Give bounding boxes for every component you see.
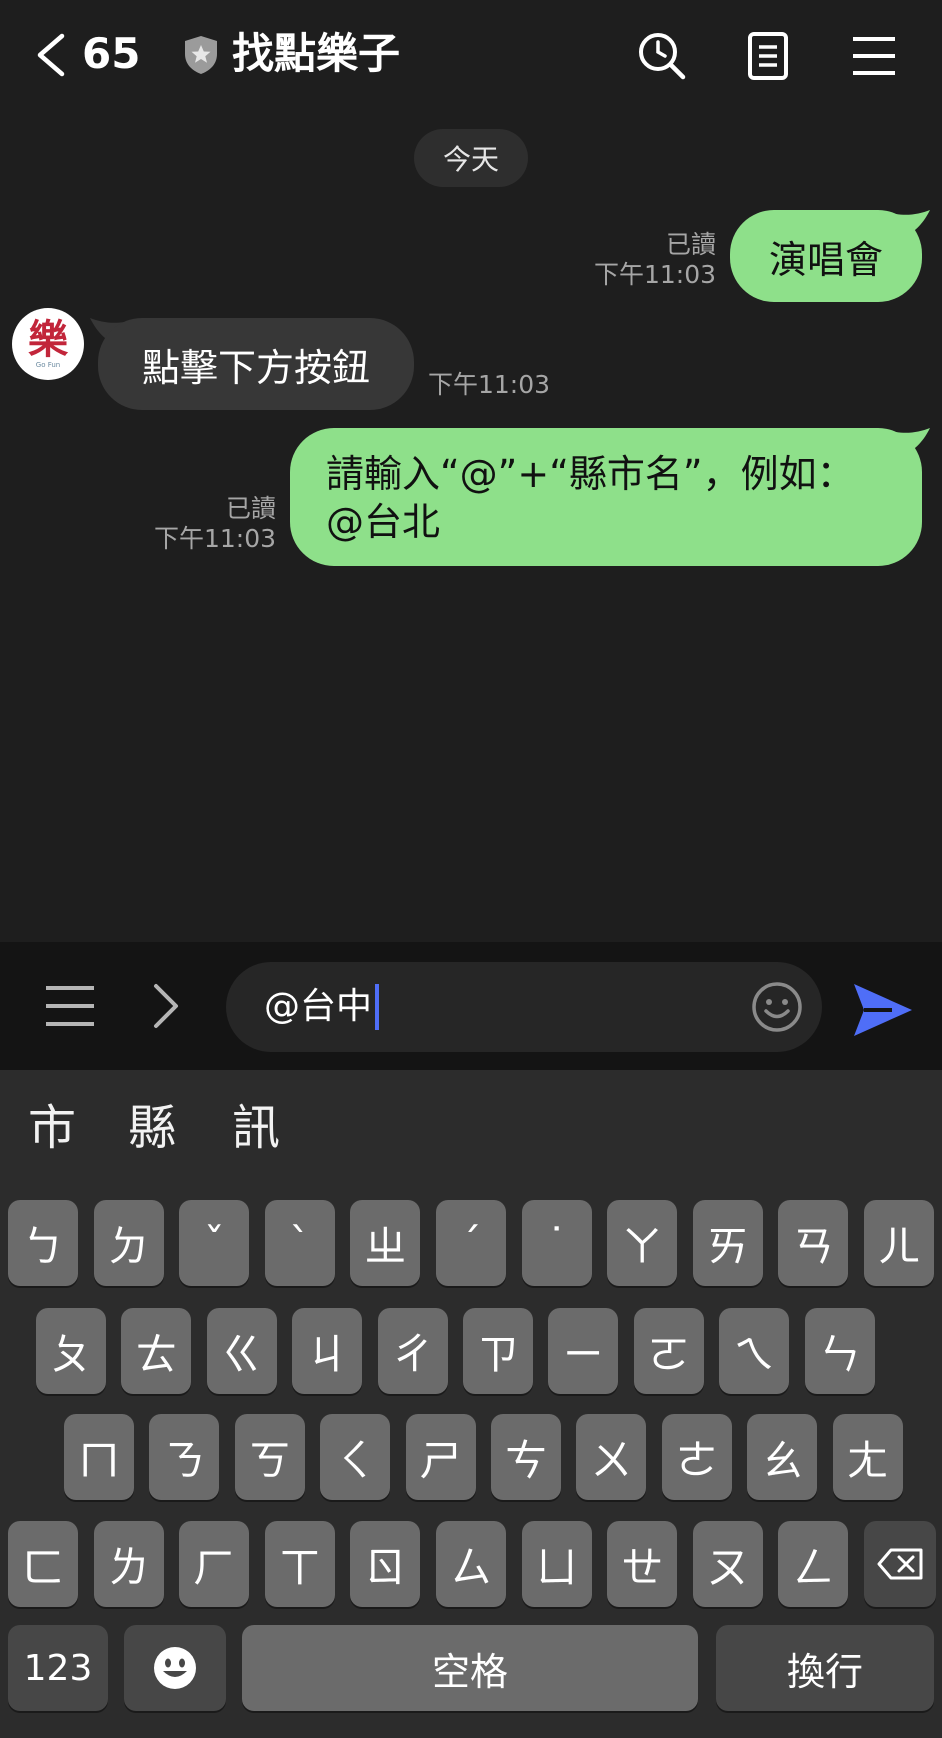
candidate-word[interactable]: 縣	[128, 1098, 176, 1158]
zhuyin-key[interactable]: ㄔ	[377, 1308, 448, 1394]
zhuyin-key[interactable]: ㄓ	[350, 1200, 421, 1286]
space-key[interactable]: 空格	[242, 1625, 698, 1711]
zhuyin-key[interactable]: ㄟ	[719, 1308, 790, 1394]
message-time: 下午11:03	[593, 260, 716, 289]
zhuyin-key[interactable]: ㄖ	[350, 1521, 421, 1607]
message-text: 演唱會	[768, 237, 883, 282]
zhuyin-key[interactable]: ㄆ	[36, 1308, 106, 1394]
zhuyin-key[interactable]: ㄡ	[692, 1521, 763, 1607]
menu-icon[interactable]	[44, 982, 96, 1030]
message-text-line: 請輸入“@”+“縣市名”，例如：	[326, 452, 855, 496]
message-bubble-out[interactable]: 請輸入“@”+“縣市名”，例如： @台北	[290, 428, 922, 566]
zhuyin-key[interactable]: ㄊ	[121, 1308, 192, 1394]
message-meta: 已讀 下午11:03	[120, 494, 276, 554]
zhuyin-key[interactable]: ㄅ	[8, 1200, 78, 1286]
zhuyin-key[interactable]: ˋ	[264, 1200, 335, 1286]
candidate-word[interactable]: 訊	[232, 1098, 280, 1158]
zhuyin-key[interactable]: ㄐ	[292, 1308, 363, 1394]
chevron-right-icon[interactable]	[148, 982, 184, 1030]
read-status: 已讀	[665, 230, 716, 259]
zhuyin-key[interactable]: ˊ	[436, 1200, 506, 1286]
zhuyin-key[interactable]: ㄥ	[778, 1521, 849, 1607]
backspace-key[interactable]	[864, 1521, 936, 1607]
zhuyin-key[interactable]: ㄧ	[548, 1308, 619, 1394]
menu-icon	[853, 37, 895, 75]
zhuyin-key[interactable]: ㄣ	[804, 1308, 875, 1394]
zhuyin-key[interactable]: ㄘ	[491, 1414, 561, 1500]
zhuyin-key[interactable]: ㄨ	[576, 1414, 647, 1500]
zhuyin-key[interactable]: ㄞ	[692, 1200, 763, 1286]
read-status: 已讀	[225, 494, 276, 523]
date-divider: 今天	[414, 129, 528, 187]
back-icon[interactable]	[34, 32, 68, 78]
zhuyin-key[interactable]: ㄝ	[607, 1521, 678, 1607]
zhuyin-key[interactable]: ㄌ	[93, 1521, 164, 1607]
message-text: 點擊下方按鈕	[141, 345, 370, 390]
zhuyin-key[interactable]: ㄉ	[93, 1200, 164, 1286]
zhuyin-key[interactable]: ㄇ	[64, 1414, 134, 1500]
unread-count[interactable]: 65	[82, 24, 140, 84]
message-meta: 已讀 下午11:03	[560, 230, 716, 290]
search-button[interactable]	[634, 28, 690, 84]
numbers-key[interactable]: 123	[8, 1625, 108, 1711]
message-input-value: @台中	[264, 986, 373, 1027]
zhuyin-key[interactable]: ˙	[521, 1200, 592, 1286]
avatar[interactable]: 樂 Go Fun	[12, 308, 84, 380]
zhuyin-key[interactable]: ㄜ	[661, 1414, 732, 1500]
zhuyin-key[interactable]: ㄠ	[747, 1414, 818, 1500]
message-bubble-in[interactable]: 點擊下方按鈕	[98, 318, 414, 410]
zhuyin-key[interactable]: ㄤ	[832, 1414, 903, 1500]
zhuyin-key[interactable]: ㄑ	[320, 1414, 391, 1500]
menu-button[interactable]	[846, 28, 902, 84]
return-key[interactable]: 換行	[716, 1625, 934, 1711]
message-time: 下午11:03	[428, 370, 551, 399]
avatar-logo: 樂	[28, 317, 68, 363]
zhuyin-key[interactable]: ㄈ	[8, 1521, 78, 1607]
zhuyin-key[interactable]: ㄍ	[206, 1308, 277, 1394]
notes-button[interactable]	[740, 28, 796, 84]
keyboard: 市 縣 訊 ㄅㄉ ˇ ˋ ㄓ ˊ ˙ ㄚㄞㄢㄦ ㄆㄊㄍㄐㄔㄗㄧㄛㄟㄣ ㄇㄋㄎㄑㄕㄘㄨㄜㄠㄤ …	[0, 1070, 942, 1738]
message-time: 下午11:03	[153, 524, 276, 553]
avatar-caption: Go Fun	[35, 361, 61, 369]
emoji-key[interactable]	[124, 1625, 226, 1711]
text-caret	[375, 984, 380, 1030]
candidate-bar: 市 縣 訊	[0, 1070, 942, 1182]
emoji-icon	[154, 1647, 196, 1689]
zhuyin-key[interactable]: ㄚ	[607, 1200, 678, 1286]
chat-title[interactable]: 找點樂子	[232, 24, 400, 84]
search-clock-icon	[639, 33, 686, 80]
zhuyin-key[interactable]: ㄢ	[778, 1200, 849, 1286]
zhuyin-key[interactable]: ㄒ	[264, 1521, 335, 1607]
notes-icon	[748, 32, 788, 80]
zhuyin-key[interactable]: ㄦ	[864, 1200, 934, 1286]
zhuyin-key[interactable]: ˇ	[179, 1200, 250, 1286]
message-input[interactable]: @台中	[226, 962, 822, 1052]
message-bubble-out[interactable]: 演唱會	[730, 210, 922, 302]
zhuyin-key[interactable]: ㄩ	[521, 1521, 592, 1607]
input-bar: @台中	[0, 942, 942, 1070]
backspace-icon	[877, 1548, 923, 1580]
send-icon[interactable]	[852, 982, 914, 1038]
message-text-line: @台北	[326, 500, 441, 544]
zhuyin-key[interactable]: ㄏ	[179, 1521, 250, 1607]
chat-header: 65 找點樂子	[0, 0, 942, 112]
zhuyin-key[interactable]: ㄎ	[234, 1414, 305, 1500]
zhuyin-key[interactable]: ㄛ	[633, 1308, 704, 1394]
zhuyin-key[interactable]: ㄙ	[436, 1521, 506, 1607]
zhuyin-key[interactable]: ㄗ	[463, 1308, 533, 1394]
zhuyin-key[interactable]: ㄋ	[149, 1414, 220, 1500]
smile-icon[interactable]	[750, 980, 804, 1034]
shield-icon	[185, 36, 217, 74]
candidate-word[interactable]: 市	[28, 1098, 76, 1158]
zhuyin-key[interactable]: ㄕ	[405, 1414, 476, 1500]
